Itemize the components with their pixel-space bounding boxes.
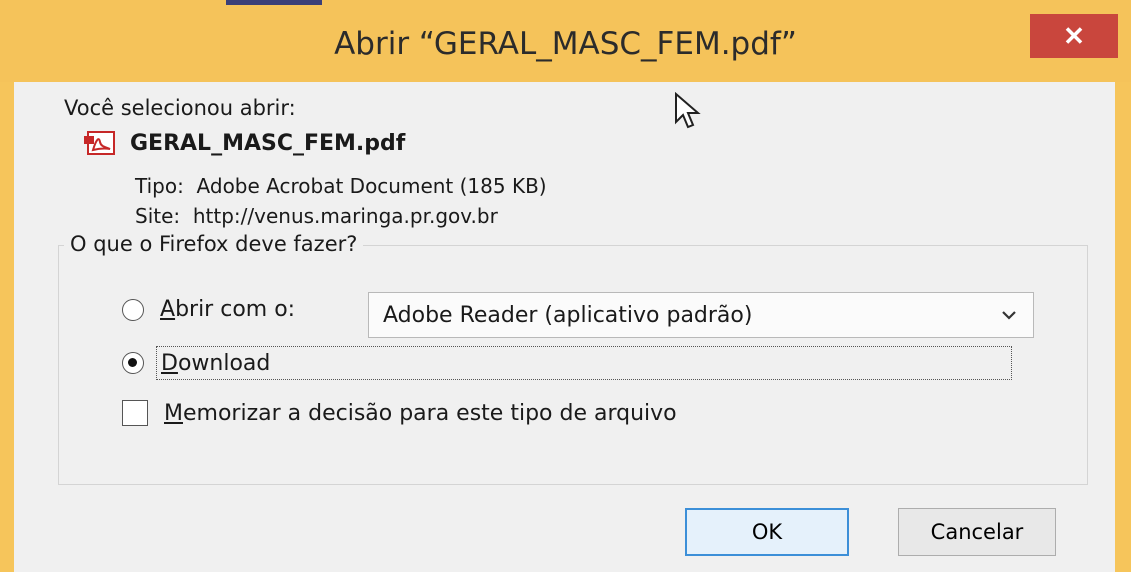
- dialog-frame: Abrir “GERAL_MASC_FEM.pdf” ✕ Você seleci…: [0, 0, 1131, 572]
- window-title: Abrir “GERAL_MASC_FEM.pdf”: [334, 26, 797, 62]
- file-site: Site: http://venus.maringa.pr.gov.br: [135, 204, 498, 228]
- open-with-app-select[interactable]: Adobe Reader (aplicativo padrão): [368, 292, 1034, 338]
- selected-to-open-label: Você selecionou abrir:: [64, 96, 296, 120]
- action-group-legend: O que o Firefox deve fazer?: [64, 232, 364, 256]
- file-row: GERAL_MASC_FEM.pdf: [84, 130, 405, 156]
- open-with-radio[interactable]: [122, 298, 144, 321]
- close-icon: ✕: [1063, 20, 1085, 51]
- file-type-label: Tipo:: [135, 174, 184, 198]
- download-label-focus: Download: [156, 346, 1012, 380]
- remember-option[interactable]: Memorizar a decisão para este tipo de ar…: [122, 400, 677, 426]
- mouse-cursor-icon: [674, 91, 704, 136]
- taskbar-strip: [226, 0, 322, 5]
- pdf-icon: [84, 131, 115, 155]
- chevron-down-icon: [1002, 311, 1016, 320]
- dialog-content: Você selecionou abrir: GERAL_MASC_FEM.pd…: [14, 82, 1115, 572]
- file-type: Tipo: Adobe Acrobat Document (185 KB): [135, 174, 547, 198]
- file-type-value: Adobe Acrobat Document (185 KB): [196, 174, 547, 198]
- remember-checkbox[interactable]: [122, 400, 148, 426]
- open-with-app-value: Adobe Reader (aplicativo padrão): [383, 302, 753, 328]
- open-with-option[interactable]: Abrir com o:: [122, 297, 295, 322]
- download-radio[interactable]: [122, 352, 144, 374]
- open-with-label: Abrir com o:: [160, 297, 296, 322]
- title-bar: Abrir “GERAL_MASC_FEM.pdf” ✕: [0, 0, 1131, 82]
- file-name: GERAL_MASC_FEM.pdf: [130, 130, 406, 156]
- download-label: Download: [161, 350, 271, 376]
- cancel-button[interactable]: Cancelar: [898, 508, 1056, 556]
- close-button[interactable]: ✕: [1030, 14, 1118, 58]
- ok-button[interactable]: OK: [685, 508, 849, 556]
- file-site-value: http://venus.maringa.pr.gov.br: [192, 204, 498, 228]
- file-site-label: Site:: [135, 204, 181, 228]
- download-option[interactable]: Download: [122, 346, 1012, 380]
- remember-label: Memorizar a decisão para este tipo de ar…: [164, 400, 677, 426]
